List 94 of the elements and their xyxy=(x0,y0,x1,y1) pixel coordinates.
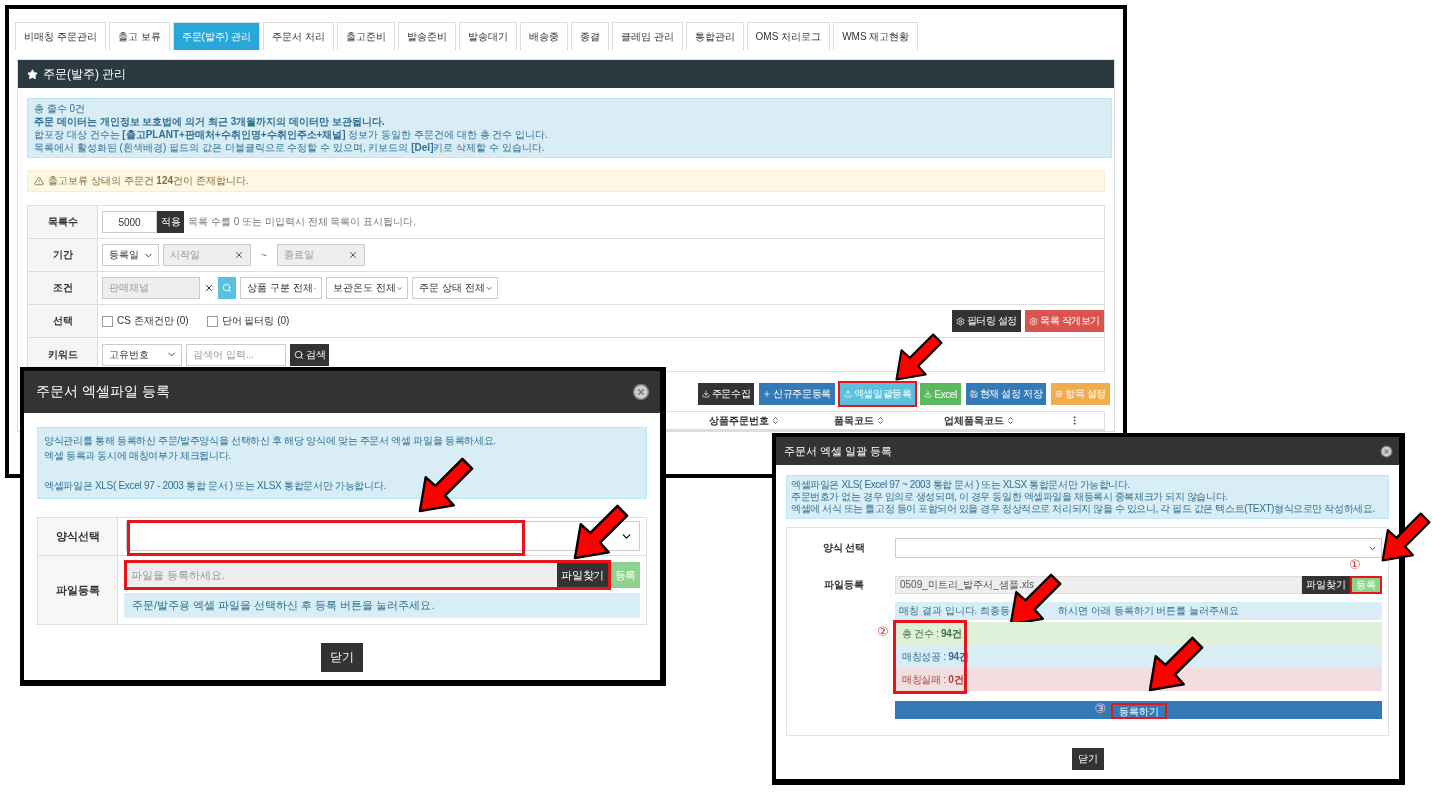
sort-icon xyxy=(875,416,885,425)
row-label: 목록수 xyxy=(28,206,98,238)
toolbar-icon xyxy=(969,390,978,398)
notice-text: 합포장 대상 건수는 [출고PLANT+판매처+수취인명+수취인주소+채널] 정보가 동일한 주문건에 대한 총 건수 입니다. xyxy=(34,128,549,141)
tab[interactable]: 출고 보류 xyxy=(108,22,170,50)
apply-button[interactable]: 적용 xyxy=(157,211,185,233)
clear-icon xyxy=(234,250,244,260)
notice-text: 주문 데이터는 개인정보 보호법에 의거 최근 3개월까지의 데이터만 보관됩니다. xyxy=(34,115,386,128)
dropdown[interactable]: 주문 상태 전체 xyxy=(412,277,498,299)
tab[interactable]: 통합관리 xyxy=(685,22,744,50)
row-label: 조건 xyxy=(28,272,98,304)
message-text: 매칭 결과 입니다. 최종등 xyxy=(899,604,1011,618)
gear-icon xyxy=(955,316,965,326)
column-header[interactable]: 업체품목코드 xyxy=(914,412,1044,429)
warning-icon xyxy=(34,176,44,186)
dropdown[interactable]: 등록일 xyxy=(102,244,159,266)
panel-title: 주문(발주) 관리 xyxy=(43,65,127,83)
warning-text: 출고보류 상태의 주문건 124건이 존재합니다. xyxy=(48,174,249,188)
compact-view-button[interactable]: 목록 작게보기 xyxy=(1025,310,1104,332)
notice-text: 목록에서 활성화된 (흰색배경) 필드의 값은 더블클릭으로 수정할 수 있으며, 키보드의 [Del]키로 삭제할 수 있습니다. xyxy=(34,141,546,154)
toolbar-icon xyxy=(843,390,852,398)
step-marker: ① xyxy=(1349,558,1361,571)
row-label: 선택 xyxy=(28,305,98,337)
row-label: 파일등록 xyxy=(38,556,118,624)
toolbar-button[interactable]: 주문수집 xyxy=(697,383,755,405)
close-button[interactable]: 닫기 xyxy=(321,643,363,672)
tab[interactable]: 출고준비 xyxy=(336,22,395,50)
checkbox[interactable] xyxy=(206,315,218,327)
column-header[interactable]: 상품주문번호 xyxy=(684,412,804,429)
sort-icon xyxy=(1005,416,1015,425)
browse-button[interactable]: 파일찾기 xyxy=(557,563,608,587)
search-icon xyxy=(222,283,232,293)
notice-text: 총 줄수 0건 xyxy=(34,102,87,115)
file-field[interactable]: 0509_미트리_발주서_샘플.xls xyxy=(895,576,1302,594)
toolbar-icon xyxy=(1055,390,1064,398)
tab[interactable]: 비매칭 주문관리 xyxy=(15,22,106,50)
tab[interactable]: 클레임 관리 xyxy=(611,22,683,50)
notice-text: 엑셀파일은 XLS( Excel 97 ~ 2003 통합 문서 ) 또는 XLSX 통합문서만 가능합니다. xyxy=(791,479,1131,491)
tab[interactable]: 종결 xyxy=(570,22,609,50)
count-field[interactable]: 5000 xyxy=(102,211,157,233)
row-label: 파일등록 xyxy=(823,578,865,592)
result-text: 매칭실패 : 0건 xyxy=(902,672,964,687)
column-header[interactable]: 품목코드 xyxy=(804,412,914,429)
close-icon[interactable] xyxy=(632,383,650,401)
tab[interactable]: OMS 처리로그 xyxy=(746,22,831,50)
close-icon[interactable] xyxy=(1380,444,1393,458)
dropdown[interactable]: 고유번호 xyxy=(102,343,182,366)
checkbox[interactable] xyxy=(102,315,113,327)
tab[interactable]: 발송대기 xyxy=(458,22,517,50)
dropdown[interactable]: 보관온도 전체 xyxy=(326,277,408,299)
toolbar-icon xyxy=(924,390,933,398)
search-button[interactable]: 검색 xyxy=(290,343,330,366)
row-label: 기간 xyxy=(28,239,98,271)
checkbox-label: 단어 필터링 (0) xyxy=(221,314,290,328)
notice-text: 엑셀 등록과 동시에 매칭여부가 체크됩니다. xyxy=(44,449,232,463)
message-text: 하시면 아래 등록하기 버튼를 눌러주세요 xyxy=(1058,604,1240,618)
pointer-arrow xyxy=(417,456,475,514)
sort-icon xyxy=(770,416,780,425)
help-text: 주문/발주용 엑셀 파일을 선택하신 후 등록 버튼을 눌러주세요. xyxy=(124,593,640,618)
dialog-title: 주문서 엑셀파일 등록 xyxy=(36,383,170,401)
toolbar-button[interactable]: 신규주문등록 xyxy=(759,383,835,405)
toolbar-button[interactable]: 현재 설정 저장 xyxy=(965,383,1047,405)
clear-icon xyxy=(347,250,358,260)
notice-text: 엑셀에 서식 또는 틀고정 등이 포함되어 있을 경우 정상적으로 처리되지 않을 수 있으니, 각 필드 값은 텍스트(TEXT)형식으로만 작성하세요. xyxy=(791,503,1376,515)
tab[interactable]: 배송중 xyxy=(519,22,568,50)
toolbar-icon xyxy=(701,390,710,398)
notice-text: 주문번호가 없는 경우 임의로 생성되며, 이 경우 동일한 엑셀파일을 재등록시 중복체크가 되지 않습니다. xyxy=(791,491,1229,503)
range-separator: ~ xyxy=(261,249,267,261)
submit-button[interactable]: 등록하기 xyxy=(1110,703,1167,719)
dropdown[interactable]: 상품 구분 전체 xyxy=(240,277,322,299)
close-button[interactable]: 닫기 xyxy=(1071,748,1104,770)
toolbar-icon xyxy=(763,390,772,398)
step-marker: ② xyxy=(877,625,889,638)
star-icon xyxy=(27,68,38,80)
result-text: 총 건수 : 94건 xyxy=(902,626,962,641)
dialog-title: 주문서 엑셀 일괄 등록 xyxy=(784,443,893,459)
browse-button[interactable]: 파일찾기 xyxy=(1302,576,1350,594)
notice-text: 엑셀파일은 XLS( Excel 97 - 2003 통합 문서 ) 또는 XLSX 통합문서만 가능합니다. xyxy=(44,479,387,493)
row-label: 양식 선택 xyxy=(821,541,867,555)
notice-text: 양식관리를 통해 등록하신 주문/발주양식을 선택하신 후 해당 양식에 맞는 주문서 엑셀 파일을 등록하세요. xyxy=(44,434,497,448)
step-marker: ③ xyxy=(1094,702,1107,715)
pointer-arrow xyxy=(572,503,630,561)
clear-icon[interactable] xyxy=(204,283,214,293)
tab[interactable]: 발송준비 xyxy=(397,22,456,50)
pointer-arrow xyxy=(894,332,944,382)
tab[interactable]: 주문서 처리 xyxy=(263,22,334,50)
search-icon xyxy=(294,349,304,360)
hint-text: 목록 수를 0 또는 미입력시 전체 목록이 표시됩니다. xyxy=(188,215,416,229)
pointer-arrow xyxy=(1147,635,1205,693)
filter-settings-button[interactable]: 필터링 설정 xyxy=(951,310,1021,332)
checkbox-label: CS 존재건만 (0) xyxy=(117,314,189,328)
gear-icon xyxy=(1029,316,1038,326)
row-label: 양식선택 xyxy=(38,518,118,555)
tab[interactable]: WMS 재고현황 xyxy=(833,22,919,50)
